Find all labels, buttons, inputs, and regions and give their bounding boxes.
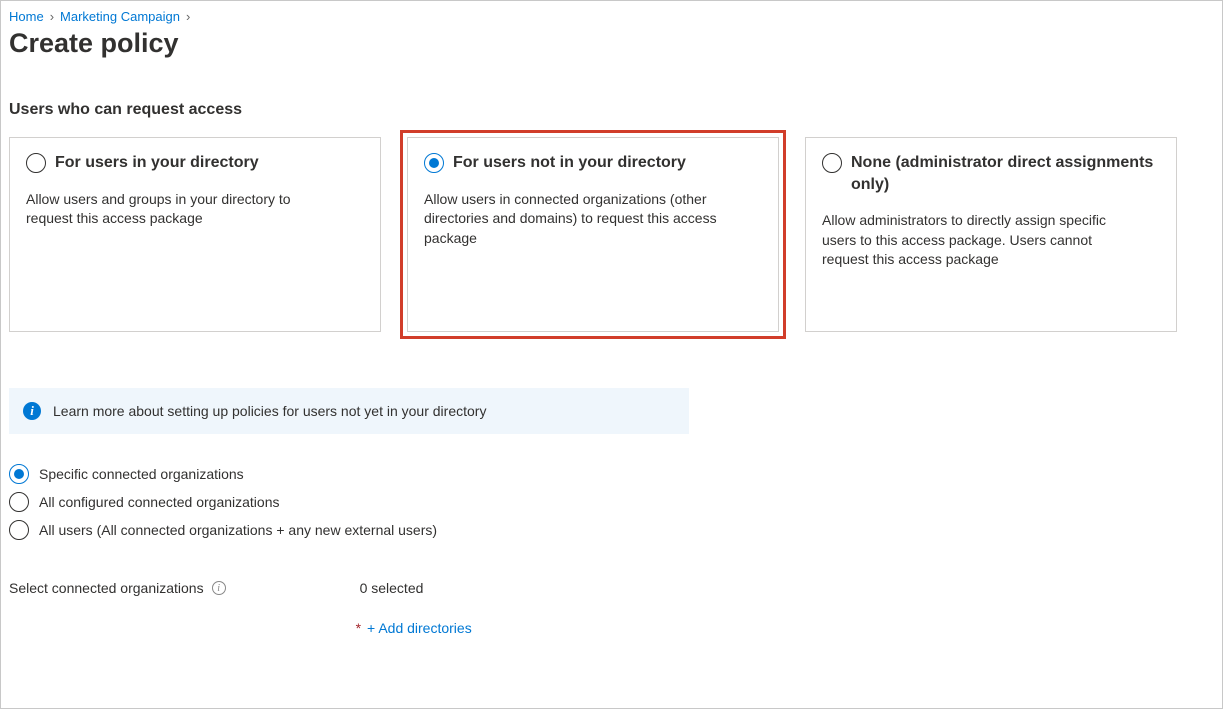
- card-description: Allow administrators to directly assign …: [822, 211, 1122, 270]
- request-access-cards: For users in your directory Allow users …: [9, 137, 1222, 332]
- radio-icon[interactable]: [26, 153, 46, 173]
- required-asterisk: *: [356, 620, 361, 636]
- info-banner-text: Learn more about setting up policies for…: [53, 403, 486, 419]
- selected-count: 0 selected: [356, 580, 472, 596]
- breadcrumb: Home › Marketing Campaign ›: [9, 9, 1222, 24]
- select-connected-orgs-label: Select connected organizations i: [9, 580, 226, 596]
- info-icon[interactable]: i: [212, 581, 226, 595]
- page-title: Create policy: [9, 28, 1222, 59]
- chevron-right-icon: ›: [50, 9, 54, 24]
- card-users-not-in-directory[interactable]: For users not in your directory Allow us…: [407, 137, 779, 332]
- radio-label: All users (All connected organizations +…: [39, 522, 437, 538]
- add-directories-link[interactable]: + Add directories: [367, 620, 472, 636]
- select-connected-orgs-row: Select connected organizations i 0 selec…: [9, 580, 1222, 636]
- scope-radio-group: Specific connected organizations All con…: [9, 464, 1222, 540]
- card-description: Allow users and groups in your directory…: [26, 190, 326, 229]
- radio-label: All configured connected organizations: [39, 494, 280, 510]
- radio-all-configured-orgs[interactable]: All configured connected organizations: [9, 492, 1222, 512]
- radio-all-users[interactable]: All users (All connected organizations +…: [9, 520, 1222, 540]
- breadcrumb-marketing-campaign[interactable]: Marketing Campaign: [60, 9, 180, 24]
- info-banner[interactable]: i Learn more about setting up policies f…: [9, 388, 689, 434]
- label-text: Select connected organizations: [9, 580, 204, 596]
- info-icon: i: [23, 402, 41, 420]
- radio-specific-connected-orgs[interactable]: Specific connected organizations: [9, 464, 1222, 484]
- radio-icon[interactable]: [424, 153, 444, 173]
- radio-icon: [9, 520, 29, 540]
- card-title: For users in your directory: [55, 152, 259, 174]
- radio-icon: [9, 464, 29, 484]
- card-title: None (administrator direct assignments o…: [851, 152, 1160, 195]
- card-description: Allow users in connected organizations (…: [424, 190, 724, 249]
- chevron-right-icon: ›: [186, 9, 190, 24]
- card-none-admin-only[interactable]: None (administrator direct assignments o…: [805, 137, 1177, 332]
- section-heading-users: Users who can request access: [9, 101, 1222, 119]
- radio-icon[interactable]: [822, 153, 842, 173]
- card-users-in-directory[interactable]: For users in your directory Allow users …: [9, 137, 381, 332]
- radio-icon: [9, 492, 29, 512]
- radio-label: Specific connected organizations: [39, 466, 244, 482]
- breadcrumb-home[interactable]: Home: [9, 9, 44, 24]
- card-title: For users not in your directory: [453, 152, 686, 174]
